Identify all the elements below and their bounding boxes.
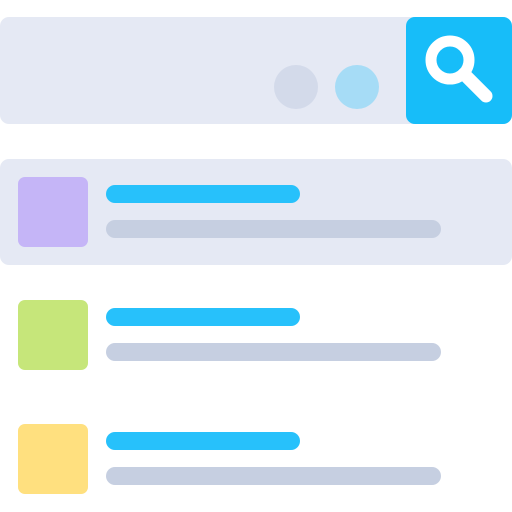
- list-item-title-placeholder: [106, 185, 300, 203]
- status-dot-inactive: [274, 65, 318, 109]
- list-item-subtitle-placeholder: [106, 220, 441, 238]
- list-item[interactable]: [0, 282, 512, 388]
- status-dot-active: [335, 65, 379, 109]
- list-item-subtitle-placeholder: [106, 467, 441, 485]
- list-item[interactable]: [0, 406, 512, 512]
- list-item-thumbnail: [18, 177, 88, 247]
- list-item-title-placeholder: [106, 308, 300, 326]
- search-button[interactable]: [406, 17, 512, 124]
- app-canvas: [0, 0, 512, 512]
- list-item-title-placeholder: [106, 432, 300, 450]
- list-item-thumbnail: [18, 424, 88, 494]
- list-item-thumbnail: [18, 300, 88, 370]
- magnifier-icon: [425, 35, 493, 103]
- list-item[interactable]: [0, 159, 512, 265]
- list-item-subtitle-placeholder: [106, 343, 441, 361]
